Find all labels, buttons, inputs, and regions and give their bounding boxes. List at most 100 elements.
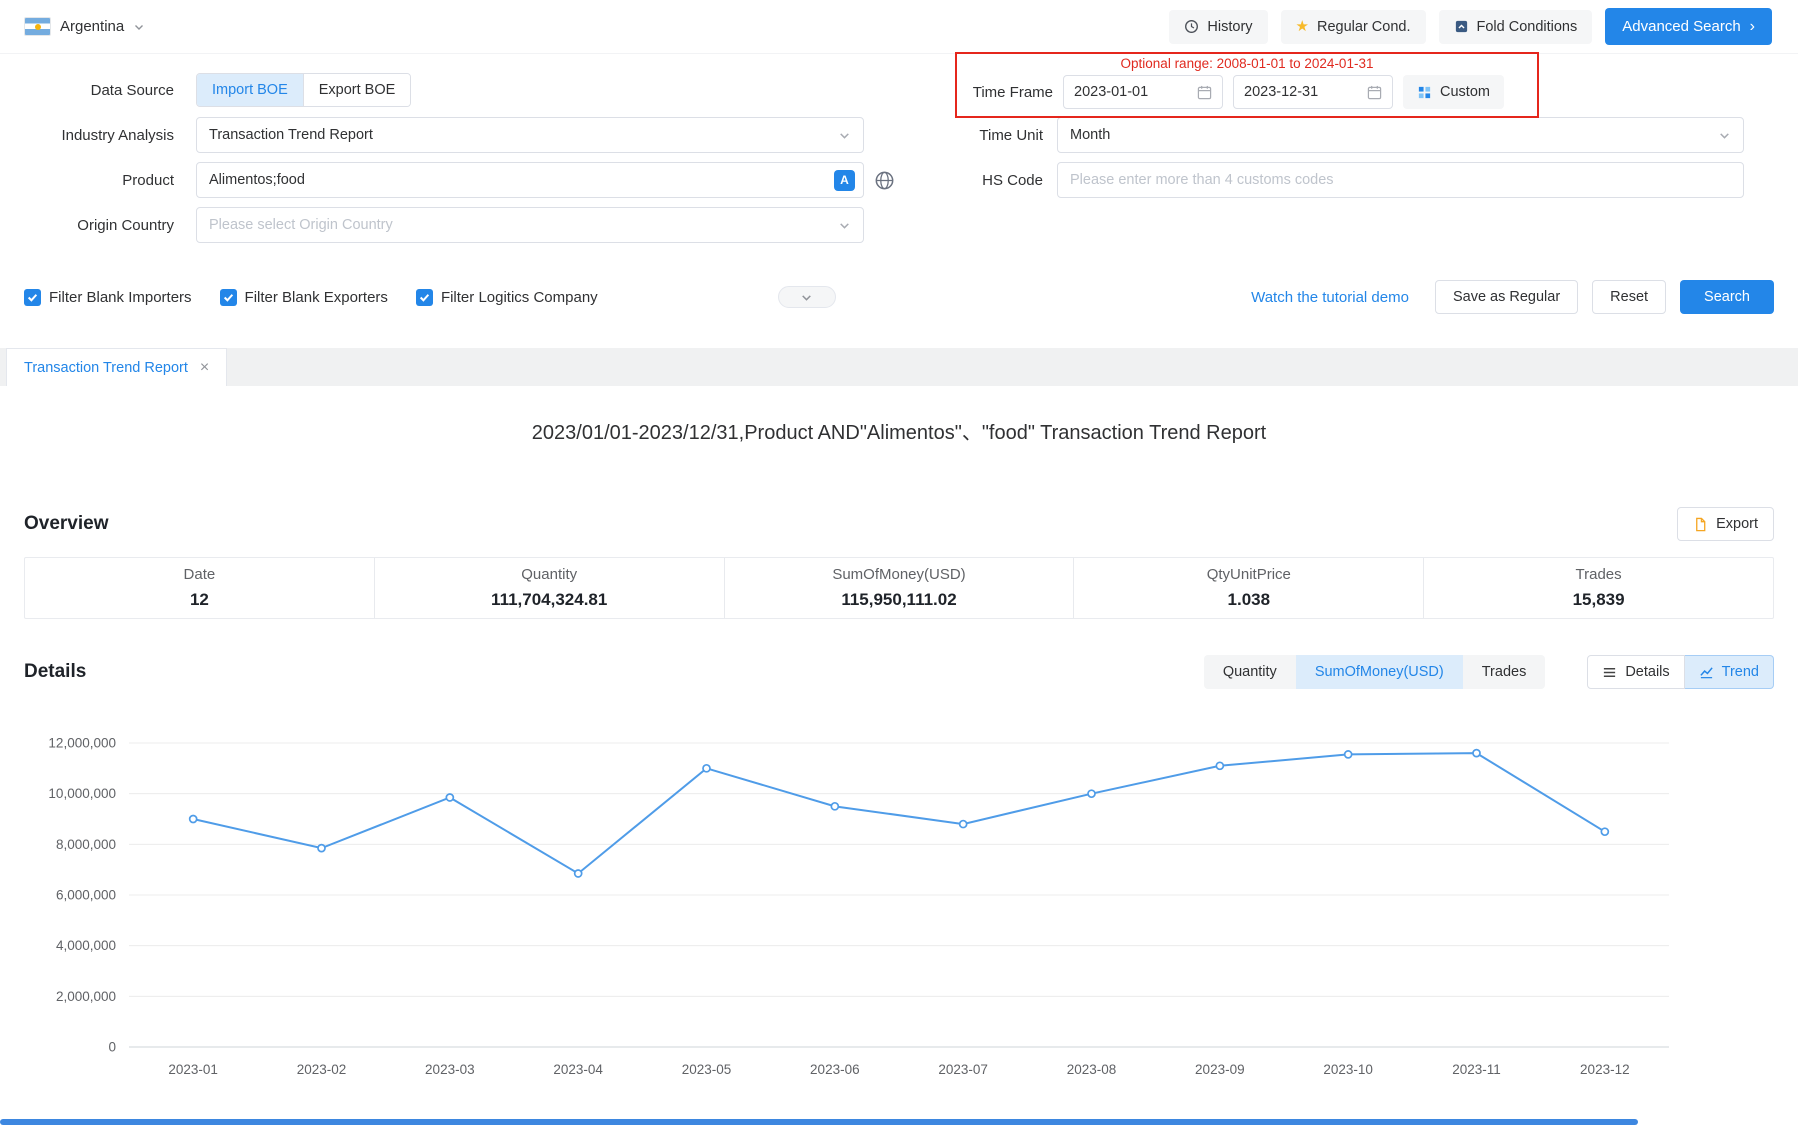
product-input[interactable] xyxy=(209,172,834,188)
metric-tab-trades[interactable]: Trades xyxy=(1463,655,1546,689)
app-window: Argentina History ★ Regular Cond. Fold C… xyxy=(0,0,1798,1127)
export-boe-tab[interactable]: Export BOE xyxy=(303,74,411,106)
svg-text:2,000,000: 2,000,000 xyxy=(56,989,116,1004)
import-boe-tab[interactable]: Import BOE xyxy=(197,74,303,106)
export-button[interactable]: Export xyxy=(1677,507,1774,541)
calendar-icon xyxy=(1367,85,1382,100)
regular-cond-button[interactable]: ★ Regular Cond. xyxy=(1281,10,1426,44)
save-as-regular-button[interactable]: Save as Regular xyxy=(1435,280,1578,314)
product-label: Product xyxy=(24,172,174,189)
start-date-input[interactable]: 2023-01-01 xyxy=(1063,75,1223,109)
stat-qty-unit-price: QtyUnitPrice 1.038 xyxy=(1073,558,1423,618)
advanced-search-button[interactable]: Advanced Search › xyxy=(1605,8,1772,45)
view-toggle: Details Trend xyxy=(1587,655,1774,689)
stat-label: Date xyxy=(184,566,216,583)
custom-range-icon xyxy=(1417,85,1432,100)
filter-blank-exporters-checkbox[interactable]: Filter Blank Exporters xyxy=(220,289,388,306)
chevron-right-icon: › xyxy=(1750,19,1755,35)
chevron-down-icon xyxy=(800,291,813,304)
country-selector[interactable]: Argentina xyxy=(24,17,145,36)
industry-analysis-label: Industry Analysis xyxy=(24,127,174,144)
filter-logistics-company-label: Filter Logitics Company xyxy=(441,289,598,306)
regular-cond-label: Regular Cond. xyxy=(1317,19,1411,35)
chevron-down-icon xyxy=(838,129,851,142)
expand-conditions-button[interactable] xyxy=(778,286,836,308)
argentina-flag-icon xyxy=(24,17,51,36)
svg-text:6,000,000: 6,000,000 xyxy=(56,888,116,903)
stat-value: 1.038 xyxy=(1228,590,1271,610)
tab-transaction-trend-report[interactable]: Transaction Trend Report × xyxy=(6,348,227,386)
metric-tabs: Quantity SumOfMoney(USD) Trades xyxy=(1204,655,1546,689)
hs-code-label: HS Code xyxy=(955,172,1043,189)
svg-text:4,000,000: 4,000,000 xyxy=(56,938,116,953)
fold-conditions-icon xyxy=(1454,19,1469,34)
hs-code-row: HS Code xyxy=(955,162,1744,198)
search-button[interactable]: Search xyxy=(1680,280,1774,314)
origin-country-row: Origin Country Please select Origin Coun… xyxy=(24,207,955,243)
product-input-wrap: A xyxy=(196,162,864,198)
stat-value: 12 xyxy=(190,590,209,610)
history-button[interactable]: History xyxy=(1169,10,1267,44)
svg-text:2023-02: 2023-02 xyxy=(297,1062,347,1077)
checkbox-checked-icon xyxy=(416,289,433,306)
stat-label: QtyUnitPrice xyxy=(1207,566,1291,583)
filter-blank-importers-checkbox[interactable]: Filter Blank Importers xyxy=(24,289,192,306)
top-actions: History ★ Regular Cond. Fold Conditions … xyxy=(1169,8,1772,45)
filter-row: Filter Blank Importers Filter Blank Expo… xyxy=(24,280,1774,314)
svg-text:2023-09: 2023-09 xyxy=(1195,1062,1245,1077)
trend-chart: 02,000,0004,000,0006,000,0008,000,00010,… xyxy=(24,729,1684,1091)
end-date-input[interactable]: 2023-12-31 xyxy=(1233,75,1393,109)
custom-range-button[interactable]: Custom xyxy=(1403,75,1504,109)
origin-country-select[interactable]: Please select Origin Country xyxy=(196,207,864,243)
time-unit-select[interactable]: Month xyxy=(1057,117,1744,153)
metric-tab-quantity[interactable]: Quantity xyxy=(1204,655,1296,689)
fold-conditions-label: Fold Conditions xyxy=(1477,19,1578,35)
trend-chart-icon xyxy=(1699,665,1714,680)
translate-icon[interactable]: A xyxy=(834,170,855,191)
table-icon xyxy=(1602,665,1617,680)
calendar-icon xyxy=(1197,85,1212,100)
reset-button[interactable]: Reset xyxy=(1592,280,1666,314)
metric-tab-sum-of-money[interactable]: SumOfMoney(USD) xyxy=(1296,655,1463,689)
export-label: Export xyxy=(1716,516,1758,532)
industry-analysis-select[interactable]: Transaction Trend Report xyxy=(196,117,864,153)
horizontal-scrollbar[interactable] xyxy=(0,1119,1638,1125)
time-unit-label: Time Unit xyxy=(955,127,1043,144)
optional-range-note: Optional range: 2008-01-01 to 2024-01-31 xyxy=(967,56,1527,71)
industry-analysis-value: Transaction Trend Report xyxy=(209,127,373,143)
language-globe-icon[interactable] xyxy=(874,170,895,191)
origin-country-placeholder: Please select Origin Country xyxy=(209,217,393,233)
hs-code-input[interactable] xyxy=(1057,162,1744,198)
details-header: Details Quantity SumOfMoney(USD) Trades … xyxy=(24,655,1774,689)
svg-text:8,000,000: 8,000,000 xyxy=(56,837,116,852)
custom-range-label: Custom xyxy=(1440,84,1490,100)
stat-value: 15,839 xyxy=(1573,590,1625,610)
view-details-button[interactable]: Details xyxy=(1587,655,1684,689)
stat-date: Date 12 xyxy=(25,558,374,618)
stat-trades: Trades 15,839 xyxy=(1423,558,1773,618)
product-row: Product A xyxy=(24,162,955,198)
stat-value: 115,950,111.02 xyxy=(841,590,956,610)
chevron-down-icon xyxy=(133,21,145,33)
history-label: History xyxy=(1207,19,1252,35)
filter-blank-exporters-label: Filter Blank Exporters xyxy=(245,289,388,306)
tutorial-demo-link[interactable]: Watch the tutorial demo xyxy=(1251,289,1409,306)
checkbox-checked-icon xyxy=(24,289,41,306)
data-source-toggle: Import BOE Export BOE xyxy=(196,73,411,107)
time-frame-label: Time Frame xyxy=(967,84,1053,101)
fold-conditions-button[interactable]: Fold Conditions xyxy=(1439,10,1593,44)
export-file-icon xyxy=(1693,517,1708,532)
svg-text:2023-07: 2023-07 xyxy=(938,1062,988,1077)
svg-text:2023-06: 2023-06 xyxy=(810,1062,860,1077)
view-trend-button[interactable]: Trend xyxy=(1685,655,1774,689)
view-trend-label: Trend xyxy=(1722,664,1759,680)
svg-text:2023-03: 2023-03 xyxy=(425,1062,475,1077)
close-icon[interactable]: × xyxy=(200,360,209,376)
filter-logistics-company-checkbox[interactable]: Filter Logitics Company xyxy=(416,289,598,306)
svg-text:2023-08: 2023-08 xyxy=(1067,1062,1117,1077)
start-date-value: 2023-01-01 xyxy=(1074,84,1148,100)
details-controls: Quantity SumOfMoney(USD) Trades Details xyxy=(1204,655,1774,689)
advanced-search-label: Advanced Search xyxy=(1622,18,1740,35)
time-unit-row: Time Unit Month xyxy=(955,117,1744,153)
checkbox-checked-icon xyxy=(220,289,237,306)
